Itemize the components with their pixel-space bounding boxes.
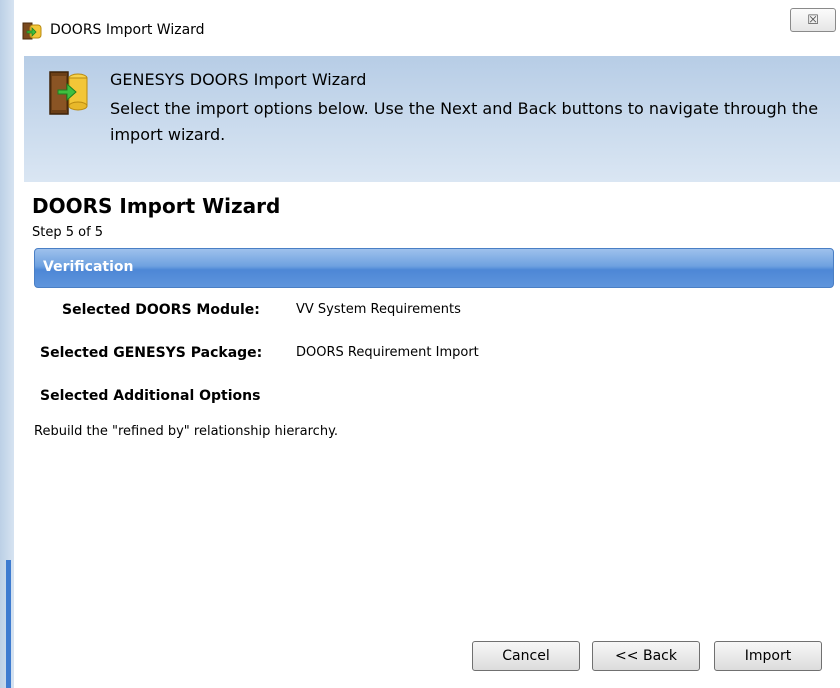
package-value: DOORS Requirement Import	[296, 345, 479, 360]
module-label: Selected DOORS Module:	[62, 302, 260, 318]
back-button[interactable]: << Back	[592, 641, 700, 671]
module-value: VV System Requirements	[296, 302, 461, 317]
options-value: Rebuild the "refined by" relationship hi…	[34, 424, 339, 439]
import-wizard-window: DOORS Import Wizard ☒ GENESYS DOORS Impo…	[14, 0, 840, 688]
package-label: Selected GENESYS Package:	[40, 345, 263, 361]
section-label: Verification	[43, 259, 134, 275]
title-bar: DOORS Import Wizard ☒	[14, 0, 840, 56]
page-title: DOORS Import Wizard	[32, 194, 281, 218]
window-title: DOORS Import Wizard	[50, 22, 205, 38]
cancel-button[interactable]: Cancel	[472, 641, 580, 671]
banner-title: GENESYS DOORS Import Wizard	[110, 70, 367, 89]
banner-description: Select the import options below. Use the…	[110, 99, 819, 144]
background-accent	[6, 560, 11, 688]
close-button[interactable]: ☒	[790, 8, 836, 32]
import-button[interactable]: Import	[714, 641, 822, 671]
close-icon: ☒	[807, 12, 819, 28]
wizard-door-icon	[22, 22, 42, 40]
background-window-edge	[0, 0, 14, 688]
step-indicator: Step 5 of 5	[32, 225, 104, 240]
options-label: Selected Additional Options	[40, 388, 261, 404]
header-banner: GENESYS DOORS Import Wizard Select the i…	[24, 56, 840, 182]
verification-section-header: Verification	[34, 248, 834, 288]
wizard-door-icon	[49, 71, 88, 115]
